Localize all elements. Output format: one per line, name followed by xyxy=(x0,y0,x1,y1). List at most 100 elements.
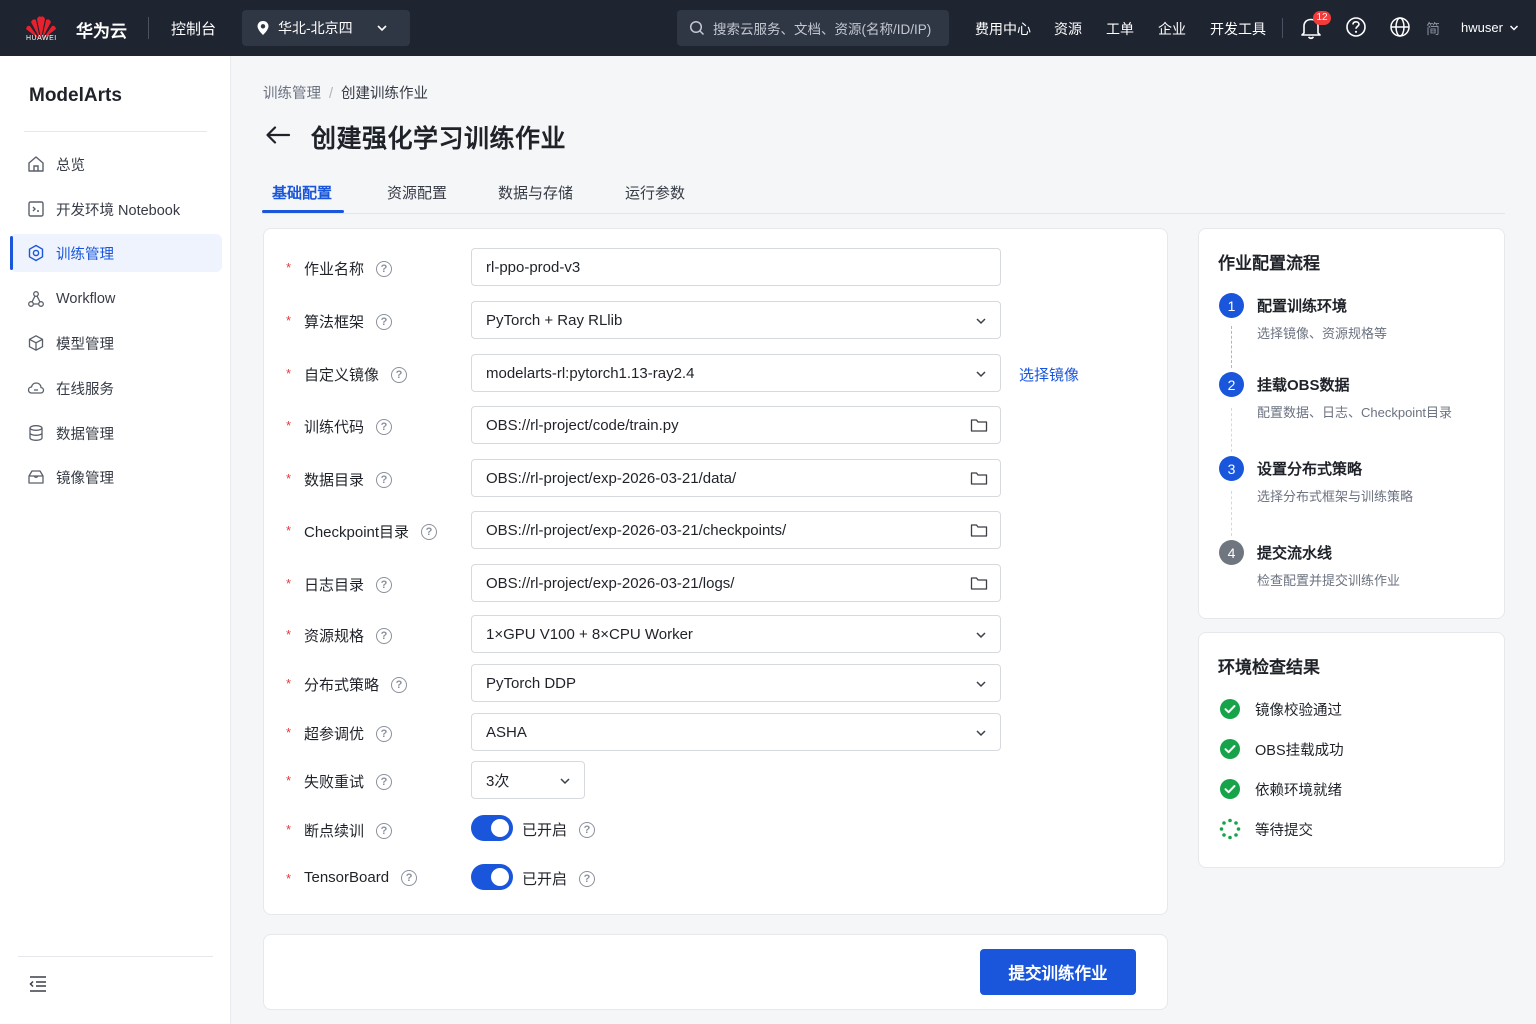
job-name-input[interactable]: rl-ppo-prod-v3 xyxy=(471,248,1001,286)
service-title: ModelArts xyxy=(29,85,122,106)
nav-dev-tools[interactable]: 开发工具 xyxy=(1210,19,1266,39)
help-icon[interactable]: ? xyxy=(391,676,408,693)
data-dir-input[interactable]: OBS://rl-project/exp-2026-03-21/data/ xyxy=(471,459,1001,497)
help-icon[interactable]: ? xyxy=(579,821,596,838)
help-icon[interactable]: ? xyxy=(376,313,393,330)
field-value: PyTorch DDP xyxy=(486,674,577,692)
search-icon xyxy=(689,20,705,36)
home-icon xyxy=(26,154,46,174)
folder-icon[interactable] xyxy=(970,575,988,591)
form-row-checkpoint-dir: * Checkpoint目录? OBS://rl-project/exp-202… xyxy=(264,511,1169,551)
resource-spec-select[interactable]: 1×GPU V100 + 8×CPU Worker xyxy=(471,615,1001,653)
nav-enterprise[interactable]: 企业 xyxy=(1158,19,1186,39)
sidebar-item-label: 模型管理 xyxy=(56,336,114,353)
submit-training-job-button[interactable]: 提交训练作业 xyxy=(980,949,1136,995)
help-icon[interactable]: ? xyxy=(376,260,393,277)
log-dir-input[interactable]: OBS://rl-project/exp-2026-03-21/logs/ xyxy=(471,564,1001,602)
sidebar-item-label: 镜像管理 xyxy=(56,470,114,487)
language-switch[interactable]: 简 xyxy=(1426,19,1440,39)
basic-config-form: * 作业名称? rl-ppo-prod-v3 * 算法框架? PyTorch +… xyxy=(263,228,1168,915)
help-icon[interactable]: ? xyxy=(376,725,393,742)
field-label-text: 数据目录 xyxy=(304,472,365,489)
step-desc: 检查配置并提交训练作业 xyxy=(1257,573,1401,588)
form-row-resume: * 断点续训? 已开启? xyxy=(264,810,1169,850)
field-value: ASHA xyxy=(486,723,527,741)
sidebar-item-workflow[interactable]: Workflow xyxy=(10,280,222,318)
sidebar-item-data[interactable]: 数据管理 xyxy=(10,414,222,452)
help-circle-icon[interactable] xyxy=(1345,16,1367,38)
help-icon[interactable]: ? xyxy=(421,523,438,540)
training-code-input[interactable]: OBS://rl-project/code/train.py xyxy=(471,406,1001,444)
resume-toggle[interactable] xyxy=(471,815,513,841)
distributed-strategy-select[interactable]: PyTorch DDP xyxy=(471,664,1001,702)
sidebar-item-online-services[interactable]: 在线服务 xyxy=(10,369,222,407)
help-icon[interactable]: ? xyxy=(376,822,393,839)
framework-select[interactable]: PyTorch + Ray RLlib xyxy=(471,301,1001,339)
tab-run-params[interactable]: 运行参数 xyxy=(625,182,685,203)
config-flow-panel: 作业配置流程 1 配置训练环境 选择镜像、资源规格等 2 挂载OBS数据 配置数… xyxy=(1198,228,1505,619)
help-icon[interactable]: ? xyxy=(579,870,596,887)
chevron-down-icon xyxy=(976,371,986,378)
select-image-link[interactable]: 选择镜像 xyxy=(1019,364,1079,385)
step-title: 配置训练环境 xyxy=(1257,298,1348,315)
form-row-job-name: * 作业名称? rl-ppo-prod-v3 xyxy=(264,248,1169,288)
console-link[interactable]: 控制台 xyxy=(171,18,216,39)
help-icon[interactable]: ? xyxy=(376,418,393,435)
help-icon[interactable]: ? xyxy=(391,366,408,383)
form-row-image: * 自定义镜像? modelarts-rl:pytorch1.13-ray2.4… xyxy=(264,354,1169,394)
required-mark: * xyxy=(286,260,292,275)
tab-basic-config[interactable]: 基础配置 xyxy=(272,182,332,203)
breadcrumb-current: 创建训练作业 xyxy=(341,86,429,102)
help-icon[interactable]: ? xyxy=(376,471,393,488)
field-label-text: 超参调优 xyxy=(304,726,365,743)
field-value: OBS://rl-project/exp-2026-03-21/logs/ xyxy=(486,574,735,592)
breadcrumb-parent[interactable]: 训练管理 xyxy=(263,86,321,102)
toggle-state: 已开启? xyxy=(522,868,596,889)
brand-name[interactable]: 华为云 xyxy=(76,17,127,42)
checkpoint-dir-input[interactable]: OBS://rl-project/exp-2026-03-21/checkpoi… xyxy=(471,511,1001,549)
help-icon[interactable]: ? xyxy=(401,869,418,886)
hpo-select[interactable]: ASHA xyxy=(471,713,1001,751)
user-menu[interactable]: hwuser xyxy=(1461,20,1519,35)
tab-resource-config[interactable]: 资源配置 xyxy=(387,182,447,203)
back-arrow-icon[interactable] xyxy=(264,123,292,147)
nav-tickets[interactable]: 工单 xyxy=(1106,19,1134,39)
global-search-input[interactable]: 搜索云服务、文档、资源(名称/ID/IP) xyxy=(677,10,949,46)
sidebar-item-models[interactable]: 模型管理 xyxy=(10,324,222,362)
help-icon[interactable]: ? xyxy=(376,773,393,790)
folder-icon[interactable] xyxy=(970,417,988,433)
sidebar-item-images[interactable]: 镜像管理 xyxy=(10,458,222,496)
tensorboard-toggle[interactable] xyxy=(471,864,513,890)
help-icon[interactable]: ? xyxy=(376,627,393,644)
help-icon[interactable]: ? xyxy=(376,576,393,593)
tab-data-storage[interactable]: 数据与存储 xyxy=(498,182,573,203)
collapse-menu-icon[interactable] xyxy=(28,975,48,993)
sidebar-item-training[interactable]: 训练管理 xyxy=(10,234,222,272)
chevron-down-icon xyxy=(1509,24,1518,31)
folder-icon[interactable] xyxy=(970,470,988,486)
folder-icon[interactable] xyxy=(970,522,988,538)
sidebar-item-overview[interactable]: 总览 xyxy=(10,145,222,183)
check-label: 等待提交 xyxy=(1255,822,1313,839)
field-label: 资源规格? xyxy=(304,625,393,646)
env-check-item: 等待提交 xyxy=(1219,818,1313,840)
active-tab-indicator xyxy=(262,210,344,213)
custom-image-select[interactable]: modelarts-rl:pytorch1.13-ray2.4 xyxy=(471,354,1001,392)
form-row-framework: * 算法框架? PyTorch + Ray RLlib xyxy=(264,301,1169,341)
step-connector xyxy=(1231,491,1232,536)
toggle-state-text: 已开启 xyxy=(522,871,568,888)
required-mark: * xyxy=(286,725,292,740)
nav-billing-center[interactable]: 费用中心 xyxy=(975,19,1031,39)
region-selector[interactable]: 华北-北京四 xyxy=(242,10,410,46)
field-label: 超参调优? xyxy=(304,723,393,744)
globe-icon[interactable] xyxy=(1389,16,1411,38)
field-label: 训练代码? xyxy=(304,416,393,437)
nav-resources[interactable]: 资源 xyxy=(1054,19,1082,39)
retry-count-select[interactable]: 3次 xyxy=(471,761,585,799)
toggle-state-text: 已开启 xyxy=(522,822,568,839)
sidebar-item-label: 总览 xyxy=(56,157,85,174)
submit-bar: 提交训练作业 xyxy=(263,934,1168,1010)
sidebar-item-notebook[interactable]: 开发环境 Notebook xyxy=(10,190,222,228)
check-circle-icon xyxy=(1219,698,1241,720)
top-bar: HUAWEI 华为云 控制台 华北-北京四 搜索云服务、文档、资源(名称/ID/… xyxy=(0,0,1536,56)
